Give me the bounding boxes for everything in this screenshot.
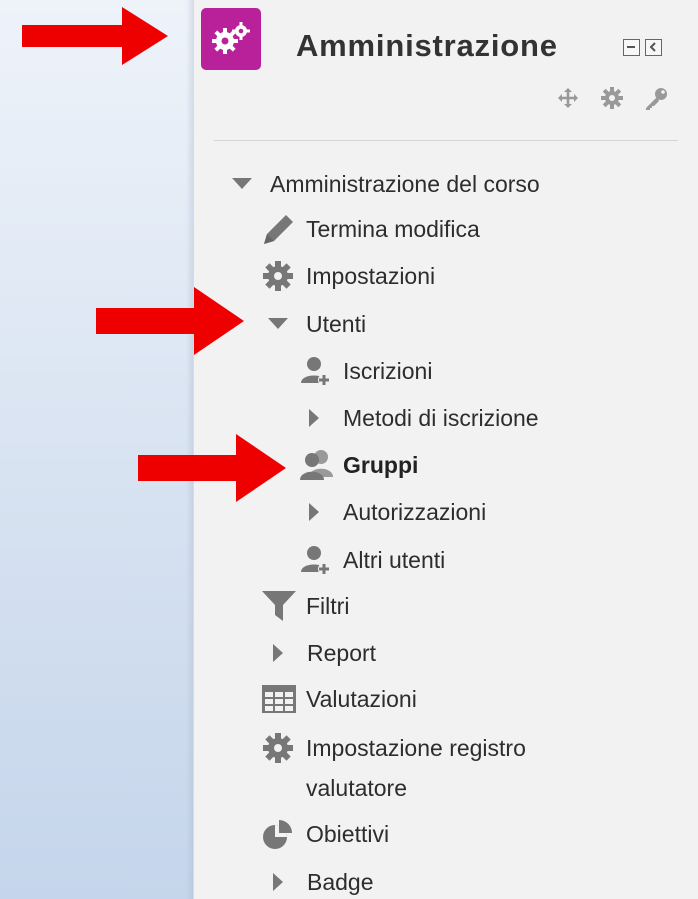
caret-right-icon xyxy=(272,636,307,670)
tree-item-label: Badge xyxy=(307,868,374,895)
gear-icon xyxy=(262,731,306,765)
tree-item-label: Impostazione registro xyxy=(306,734,526,761)
annotation-arrow-icon xyxy=(96,287,244,355)
user-add-icon xyxy=(299,354,343,388)
tree-item-label: Valutazioni xyxy=(306,685,417,712)
tree-item-label: Autorizzazioni xyxy=(343,498,487,525)
caret-down-icon xyxy=(232,167,270,201)
annotation-arrow-icon xyxy=(138,434,286,502)
tree-item-valutazioni[interactable]: Valutazioni xyxy=(262,682,417,716)
move-icon[interactable] xyxy=(557,87,579,114)
gear-icon[interactable] xyxy=(601,87,623,114)
tree-item-utenti[interactable]: Utenti xyxy=(268,307,366,341)
tree-item-course-admin[interactable]: Amministrazione del corso xyxy=(232,167,540,201)
tree-item-label: Iscrizioni xyxy=(343,357,433,384)
tree-item-badge[interactable]: Badge xyxy=(272,865,374,899)
tree-item-label: Gruppi xyxy=(343,451,419,478)
tree-item-label: Amministrazione del corso xyxy=(270,170,540,197)
dock-block-button[interactable] xyxy=(645,39,662,56)
tree-item-label: valutatore xyxy=(306,774,408,801)
key-icon[interactable] xyxy=(643,87,669,116)
tree-item-label: Altri utenti xyxy=(343,546,446,573)
annotation-arrow-icon xyxy=(22,7,168,65)
tree-item-autorizzazioni[interactable]: Autorizzazioni xyxy=(308,495,486,529)
user-add-icon xyxy=(299,543,343,577)
tree-item-iscrizioni[interactable]: Iscrizioni xyxy=(299,354,432,388)
tree-item-termina-modifica[interactable]: Termina modifica xyxy=(262,212,480,246)
tree-item-impostazioni[interactable]: Impostazioni xyxy=(262,259,435,293)
tree-item-label: Obiettivi xyxy=(306,820,390,847)
users-icon xyxy=(299,448,343,482)
caret-down-icon xyxy=(268,307,306,341)
minimize-block-button[interactable] xyxy=(623,39,640,56)
tree-item-label-continuation: valutatore xyxy=(306,771,407,805)
tree-item-metodi-iscrizione[interactable]: Metodi di iscrizione xyxy=(308,401,539,435)
block-title: Amministrazione xyxy=(296,28,558,63)
tree-item-impostazione-registro[interactable]: Impostazione registro xyxy=(262,731,526,765)
tree-item-gruppi[interactable]: Gruppi xyxy=(299,448,418,482)
tree-item-label: Metodi di iscrizione xyxy=(343,404,539,431)
header-separator xyxy=(214,140,678,141)
pencil-icon xyxy=(262,212,306,246)
filter-icon xyxy=(262,589,306,623)
cogs-icon xyxy=(201,8,261,70)
tree-item-obiettivi[interactable]: Obiettivi xyxy=(262,817,389,851)
tree-item-label: Utenti xyxy=(306,310,367,337)
tree-item-label: Termina modifica xyxy=(306,215,480,242)
tree-item-filtri[interactable]: Filtri xyxy=(262,589,349,623)
tree-item-altri-utenti[interactable]: Altri utenti xyxy=(299,543,445,577)
tree-item-label: Filtri xyxy=(306,592,350,619)
table-icon xyxy=(262,682,306,716)
outcomes-icon xyxy=(262,817,306,851)
gear-icon xyxy=(262,259,306,293)
caret-right-icon xyxy=(308,495,343,529)
caret-right-icon xyxy=(308,401,343,435)
caret-right-icon xyxy=(272,865,307,899)
tree-item-label: Impostazioni xyxy=(306,262,436,289)
tree-item-label: Report xyxy=(307,639,377,666)
tree-item-report[interactable]: Report xyxy=(272,636,376,670)
